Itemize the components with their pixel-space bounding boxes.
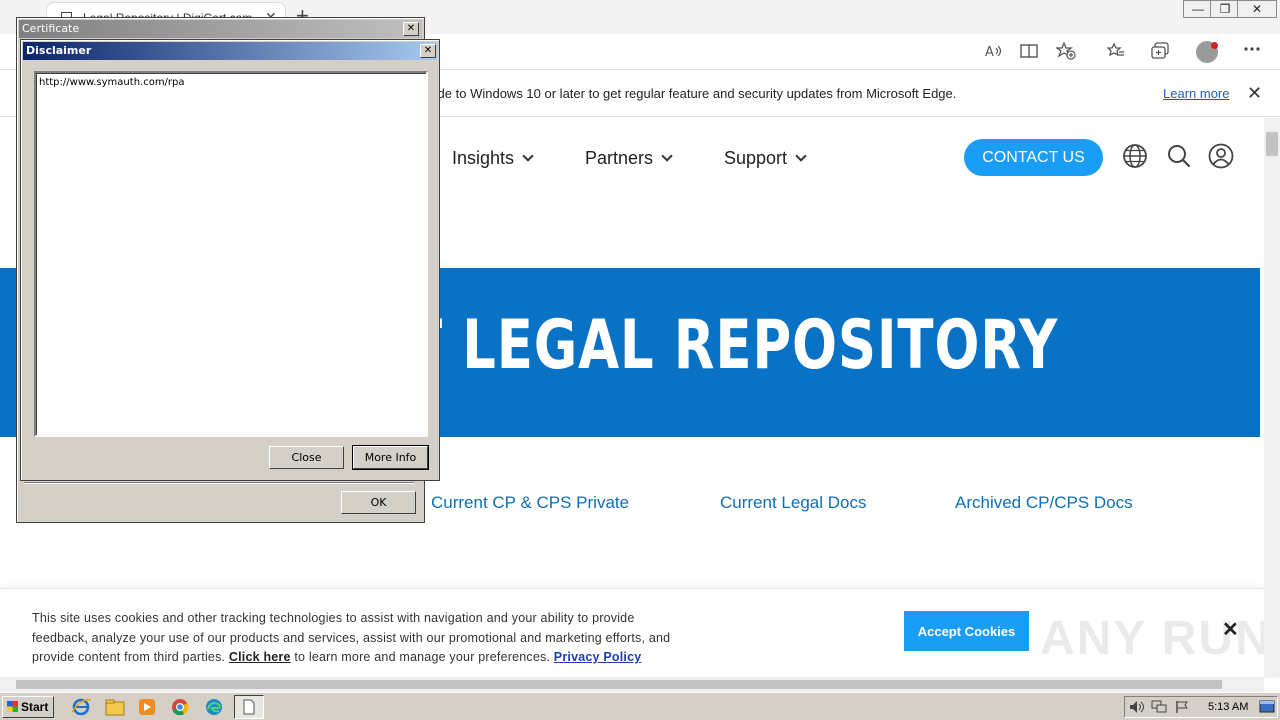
chevron-down-icon [661,150,673,162]
certificate-ok-button[interactable]: OK [341,491,416,514]
windows-logo-icon [7,701,18,712]
current-legal-docs-link[interactable]: Current Legal Docs [720,493,866,513]
flag-icon[interactable] [1175,700,1189,714]
disclaimer-close-icon[interactable]: ✕ [420,44,436,58]
archived-cp-cps-docs-link[interactable]: Archived CP/CPS Docs [955,493,1133,513]
disclaimer-close-button[interactable]: Close [269,446,344,469]
certificate-close-icon[interactable]: ✕ [403,22,419,36]
learn-more-link[interactable]: Learn more [1163,86,1229,101]
cookie-close-icon[interactable]: ✕ [1222,617,1239,642]
disclaimer-dialog: Disclaimer ✕ http://www.symauth.com/rpa … [20,39,440,481]
start-label: Start [21,700,49,714]
nav-partners[interactable]: Partners [585,148,673,169]
immersive-reader-icon[interactable] [1020,42,1038,60]
nav-support[interactable]: Support [724,148,807,169]
collections-icon[interactable] [1151,42,1169,60]
restore-button[interactable]: ❐ [1210,0,1240,18]
more-info-button[interactable]: More Info [352,445,429,470]
infobar-message: rade to Windows 10 or later to get regul… [426,86,957,101]
click-here-link[interactable]: Click here [229,650,291,664]
certificate-dialog-title: Certificate [19,20,422,38]
volume-icon[interactable] [1129,700,1145,714]
read-aloud-icon[interactable]: A [984,42,1002,60]
taskbar: Start 5:13 AM [0,692,1280,720]
edge-icon[interactable] [203,697,225,717]
privacy-policy-link[interactable]: Privacy Policy [554,650,642,664]
current-cp-cps-private-link[interactable]: Current CP & CPS Private [431,493,629,513]
explorer-icon[interactable] [104,697,126,717]
active-window-button[interactable] [234,695,264,719]
chevron-down-icon [522,150,534,162]
start-button[interactable]: Start [2,696,54,718]
accept-cookies-button[interactable]: Accept Cookies [904,611,1029,651]
cookie-banner: This site uses cookies and other trackin… [0,588,1270,678]
show-desktop-icon[interactable] [1259,700,1275,714]
network-icon[interactable] [1151,700,1167,714]
nav-insights[interactable]: Insights [452,148,534,169]
internet-explorer-icon[interactable] [70,697,92,717]
chrome-icon[interactable] [169,697,191,717]
document-icon [243,699,255,715]
cookie-message: This site uses cookies and other trackin… [32,609,692,668]
chevron-down-icon [795,150,807,162]
infobar-close-icon[interactable]: ✕ [1247,83,1262,104]
disclaimer-text-area[interactable]: http://www.symauth.com/rpa [34,71,428,437]
nav-partners-label: Partners [585,148,654,168]
contact-us-button[interactable]: CONTACT US [964,139,1103,176]
vertical-scroll-thumb[interactable] [1266,132,1278,156]
close-window-button[interactable]: ✕ [1237,0,1277,18]
clock: 5:13 AM [1208,701,1249,713]
globe-icon[interactable] [1122,143,1148,169]
disclaimer-dialog-title: Disclaimer [23,42,437,60]
certificate-separator [24,482,414,484]
favorites-icon[interactable] [1107,42,1125,60]
add-favorite-icon[interactable] [1056,42,1076,60]
profile-status-dot [1211,42,1218,49]
system-tray [1124,696,1278,718]
nav-support-label: Support [724,148,788,168]
cookie-text-tail: to learn more and manage your preference… [294,650,551,664]
minimize-button[interactable]: — [1183,0,1213,18]
media-player-icon[interactable] [136,697,158,717]
more-icon[interactable] [1243,46,1261,52]
svg-text:A: A [985,45,994,60]
search-icon[interactable] [1166,143,1192,169]
vertical-scrollbar[interactable] [1264,118,1280,678]
horizontal-scroll-thumb[interactable] [16,680,1222,689]
nav-insights-label: Insights [452,148,515,168]
account-icon[interactable] [1208,143,1234,169]
